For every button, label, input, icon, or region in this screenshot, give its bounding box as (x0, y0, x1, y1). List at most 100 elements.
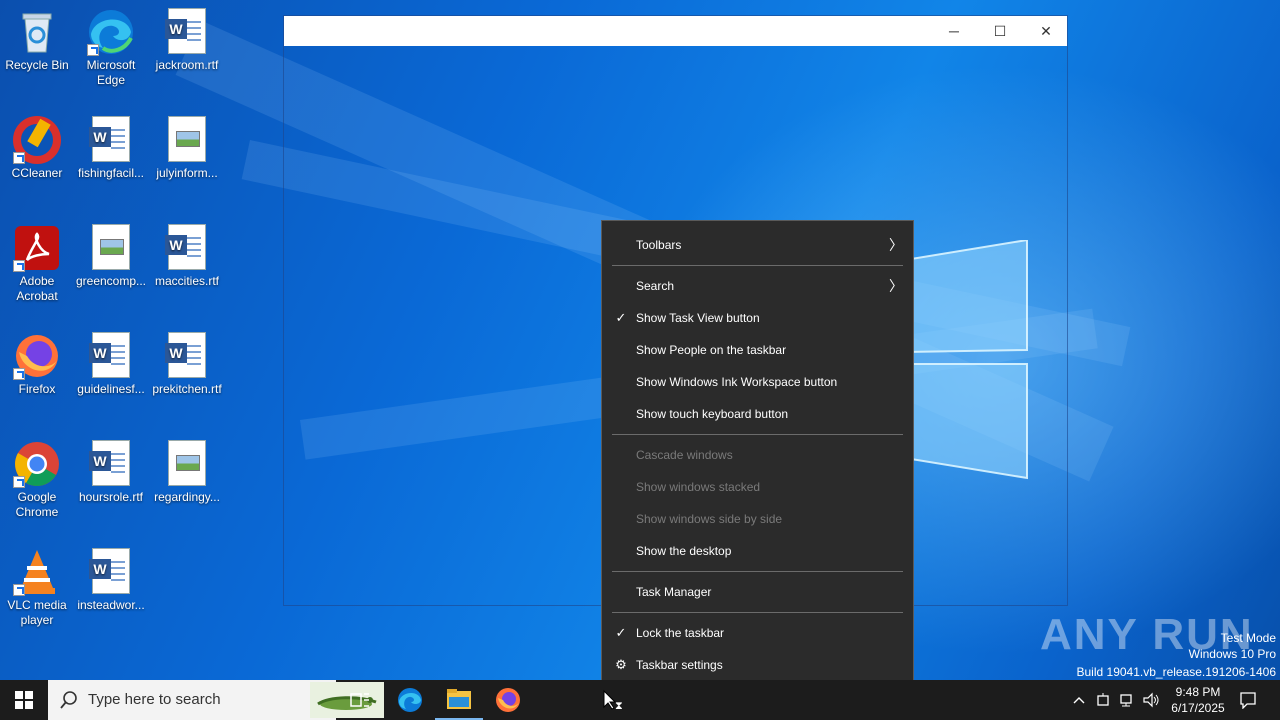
desktop-icon-label: prekitchen.rtf (152, 382, 222, 396)
volume-button[interactable] (1140, 680, 1162, 720)
firefox-icon (13, 332, 61, 380)
edge-icon (398, 688, 422, 712)
menu-item-lock-taskbar[interactable]: ✓ Lock the taskbar (602, 617, 913, 649)
search-icon (60, 691, 77, 709)
taskbar-edge-button[interactable] (386, 680, 434, 720)
menu-item-label: Show People on the taskbar (636, 343, 787, 357)
clock-time: 9:48 PM (1175, 685, 1221, 699)
task-view-button[interactable] (336, 680, 384, 720)
busy-cursor-icon: ⧗ (603, 689, 623, 711)
file-explorer-icon (447, 689, 471, 709)
taskbar-search-box[interactable]: Type here to search (48, 680, 384, 720)
desktop-icon-label: maccities.rtf (154, 274, 219, 288)
word-document-icon: W (163, 224, 211, 272)
menu-item-label: Show Task View button (636, 311, 760, 325)
action-center-button[interactable] (1234, 680, 1262, 720)
maximize-button[interactable]: ☐ (977, 16, 1023, 46)
start-button[interactable] (0, 680, 48, 720)
menu-item-label: Show the desktop (636, 544, 732, 558)
volume-icon (1143, 692, 1159, 708)
window-titlebar[interactable]: ─ ☐ ✕ (284, 16, 1067, 46)
desktop-icon-microsoft-edge[interactable]: Microsoft Edge (74, 8, 148, 88)
menu-item-label: Task Manager (636, 585, 712, 599)
menu-item-show-desktop[interactable]: Show the desktop (602, 535, 913, 567)
desktop-icon-label: hoursrole.rtf (78, 490, 144, 504)
word-document-icon: W (87, 440, 135, 488)
taskbar-clock[interactable]: 9:48 PM 6/17/2025 (1160, 680, 1236, 720)
desktop-icon-guidelinesf[interactable]: W guidelinesf... (74, 332, 148, 397)
desktop-icon-label: Adobe Acrobat (16, 274, 58, 303)
menu-item-show-ink-workspace[interactable]: Show Windows Ink Workspace button (602, 366, 913, 398)
desktop-icon-label: Microsoft Edge (86, 58, 136, 87)
chevron-up-icon (1073, 697, 1085, 704)
acrobat-icon (13, 224, 61, 272)
menu-item-taskbar-settings[interactable]: ⚙ Taskbar settings (602, 649, 913, 681)
desktop-icon-firefox[interactable]: Firefox (0, 332, 74, 397)
desktop-icon-recycle-bin[interactable]: Recycle Bin (0, 8, 74, 73)
edge-icon (87, 8, 135, 56)
menu-item-show-task-view[interactable]: ✓ Show Task View button (602, 302, 913, 334)
word-document-icon: W (87, 116, 135, 164)
recycle-bin-icon (13, 8, 61, 56)
menu-item-toolbars[interactable]: Toolbars 〉 (602, 229, 913, 261)
taskbar-context-menu[interactable]: Toolbars 〉 Search 〉 ✓ Show Task View but… (601, 220, 914, 690)
network-button[interactable] (1116, 680, 1138, 720)
close-button[interactable]: ✕ (1023, 16, 1069, 46)
menu-item-label: Lock the taskbar (636, 626, 725, 640)
taskbar[interactable]: Type here to search ⧗ 9:48 PM 6/17/2025 (0, 680, 1280, 720)
desktop-icon-label: VLC media player (7, 598, 67, 627)
menu-separator (612, 434, 903, 435)
checkmark-icon: ✓ (615, 310, 627, 325)
desktop-icon-label: regardingy... (154, 490, 220, 504)
chevron-right-icon: 〉 (889, 278, 903, 294)
menu-separator (612, 571, 903, 572)
menu-item-label: Show windows side by side (636, 512, 783, 526)
clock-date: 6/17/2025 (1171, 701, 1225, 715)
desktop-icon-google-chrome[interactable]: Google Chrome (0, 440, 74, 520)
menu-item-label: Search (636, 279, 675, 293)
desktop-icon-regardingy[interactable]: regardingy... (150, 440, 224, 505)
menu-item-show-touch-keyboard[interactable]: Show touch keyboard button (602, 398, 913, 430)
desktop-icon-adobe-acrobat[interactable]: Adobe Acrobat (0, 224, 74, 304)
svg-text:⧗: ⧗ (615, 699, 623, 711)
menu-item-task-manager[interactable]: Task Manager (602, 576, 913, 608)
desktop-icon-label: fishingfacil... (77, 166, 145, 180)
watermark: ANY RUN Test Mode Windows 10 Pro Build 1… (1040, 610, 1280, 680)
chevron-right-icon: 〉 (889, 237, 903, 253)
menu-item-cascade-windows: Cascade windows (602, 439, 913, 471)
menu-item-search[interactable]: Search 〉 (602, 270, 913, 302)
desktop-icon-label: Google Chrome (15, 490, 59, 519)
desktop-icon-label: Firefox (18, 382, 56, 396)
menu-item-label: Cascade windows (636, 448, 733, 462)
menu-item-label: Show touch keyboard button (636, 407, 789, 421)
word-document-icon: W (163, 8, 211, 56)
desktop-icon-hoursrole[interactable]: W hoursrole.rtf (74, 440, 148, 505)
desktop-icon-greencomp[interactable]: greencomp... (74, 224, 148, 289)
task-view-icon (350, 693, 369, 707)
tray-app-button[interactable] (1092, 680, 1114, 720)
word-document-icon: W (163, 332, 211, 380)
desktop-icon-vlc[interactable]: VLC media player (0, 548, 74, 628)
taskbar-file-explorer-button[interactable] (435, 680, 483, 720)
menu-separator (612, 265, 903, 266)
ccleaner-icon (13, 116, 61, 164)
desktop-icon-fishingfacil[interactable]: W fishingfacil... (74, 116, 148, 181)
desktop-icon-label: greencomp... (75, 274, 147, 288)
desktop-icon-insteadwor[interactable]: W insteadwor... (74, 548, 148, 613)
show-hidden-icons-button[interactable] (1068, 680, 1090, 720)
menu-item-label: Taskbar settings (636, 658, 723, 672)
notification-icon (1240, 692, 1256, 709)
minimize-button[interactable]: ─ (931, 16, 977, 46)
desktop-icon-maccities[interactable]: W maccities.rtf (150, 224, 224, 289)
desktop-icon-label: julyinform... (156, 166, 218, 180)
desktop-icon-prekitchen[interactable]: W prekitchen.rtf (150, 332, 224, 397)
maximize-icon: ☐ (993, 22, 1007, 39)
menu-item-show-people[interactable]: Show People on the taskbar (602, 334, 913, 366)
taskbar-firefox-button[interactable] (484, 680, 532, 720)
menu-item-label: Show Windows Ink Workspace button (636, 375, 838, 389)
menu-item-label: Show windows stacked (636, 480, 761, 494)
menu-item-windows-stacked: Show windows stacked (602, 471, 913, 503)
desktop-icon-julyinform[interactable]: julyinform... (150, 116, 224, 181)
desktop-icon-ccleaner[interactable]: CCleaner (0, 116, 74, 181)
desktop-icon-jackroom[interactable]: W jackroom.rtf (150, 8, 224, 73)
